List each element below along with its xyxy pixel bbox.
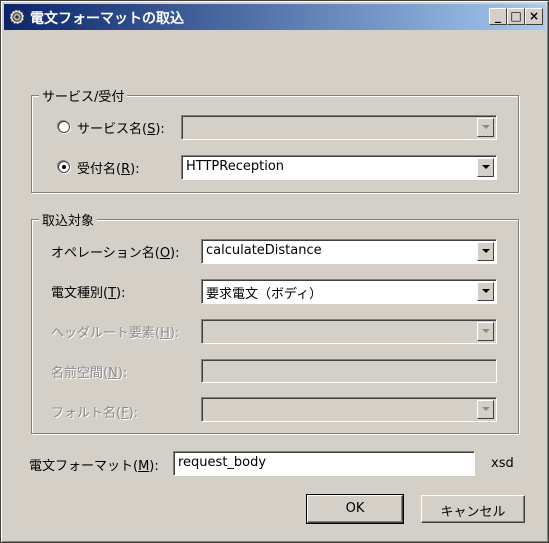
chevron-down-icon[interactable] xyxy=(477,158,494,177)
gear-icon xyxy=(9,9,25,25)
fault-name-label: フォルト名(F): xyxy=(51,406,139,421)
chevron-down-icon[interactable] xyxy=(477,242,494,261)
chevron-down-icon[interactable] xyxy=(477,400,494,419)
cancel-button[interactable]: キャンセル xyxy=(421,495,525,523)
ok-button[interactable]: OK xyxy=(306,494,404,524)
import-target-group-title: 取込対象 xyxy=(39,210,98,229)
chevron-down-icon[interactable] xyxy=(477,322,494,341)
fault-name-combo[interactable] xyxy=(201,397,497,422)
service-reception-group-title: サービス/受付 xyxy=(39,86,128,105)
service-name-radio[interactable] xyxy=(58,121,70,133)
reception-name-label: 受付名(R): xyxy=(77,162,140,177)
header-root-combo[interactable] xyxy=(201,319,497,344)
reception-name-radio[interactable] xyxy=(58,161,70,173)
header-root-label: ヘッダルート要素(H): xyxy=(51,326,180,341)
namespace-label: 名前空間(N): xyxy=(51,366,128,381)
chevron-down-icon[interactable] xyxy=(477,118,494,137)
message-type-label: 電文種別(T): xyxy=(51,286,126,301)
reception-name-value: HTTPReception xyxy=(186,159,285,174)
operation-name-value: calculateDistance xyxy=(206,243,322,258)
window-title: 電文フォーマットの取込 xyxy=(30,11,184,27)
message-format-label: 電文フォーマット(M): xyxy=(29,459,159,474)
minimize-button[interactable]: _ xyxy=(489,8,507,25)
reception-name-combo[interactable]: HTTPReception xyxy=(181,155,497,180)
message-type-value: 要求電文（ボディ） xyxy=(206,287,323,302)
file-extension-label: xsd xyxy=(491,456,514,471)
namespace-field[interactable] xyxy=(201,359,497,383)
title-bar[interactable]: 電文フォーマットの取込 _ □ × xyxy=(4,4,545,30)
chevron-down-icon[interactable] xyxy=(477,282,494,301)
service-name-combo[interactable] xyxy=(181,115,497,140)
message-format-field[interactable]: request_body xyxy=(173,451,475,476)
service-name-label: サービス名(S): xyxy=(77,122,165,137)
operation-name-combo[interactable]: calculateDistance xyxy=(201,239,497,264)
close-button[interactable]: × xyxy=(525,8,543,25)
operation-name-label: オペレーション名(O): xyxy=(51,246,180,261)
message-type-combo[interactable]: 要求電文（ボディ） xyxy=(201,279,497,304)
message-format-value: request_body xyxy=(178,455,267,470)
ok-button-label: OK xyxy=(345,501,365,516)
maximize-button[interactable]: □ xyxy=(507,8,525,25)
cancel-button-label: キャンセル xyxy=(440,505,506,520)
import-format-dialog: 電文フォーマットの取込 _ □ × サービス/受付 サービス名(S): 受付名(… xyxy=(0,0,549,543)
